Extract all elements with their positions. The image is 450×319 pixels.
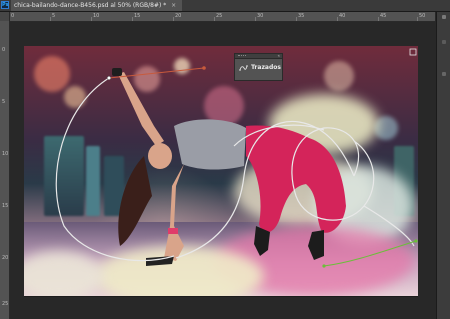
paths-panel-title[interactable]: Trazados [251, 64, 281, 72]
panel-drag-bar[interactable]: « [235, 53, 282, 59]
anchor-point [409, 48, 417, 56]
path-curve-right-loop [291, 127, 375, 221]
paths-icon [239, 65, 248, 71]
path-curve-middle [175, 120, 355, 259]
direction-handle-line [108, 67, 205, 79]
ruler-origin-corner[interactable] [0, 12, 9, 21]
canvas-edge [24, 296, 418, 297]
collapse-panel-icon[interactable]: « [278, 53, 280, 58]
panel-dock-icon[interactable] [442, 72, 446, 76]
panel-dock-icon[interactable] [442, 40, 446, 44]
path-curve-outer-left [55, 77, 175, 262]
vertical-ruler[interactable]: 0 5 10 15 20 25 [0, 12, 10, 319]
anchor-point [106, 76, 111, 81]
document-canvas[interactable] [24, 46, 418, 296]
pen-path-overlay [55, 48, 418, 268]
ruler-v-label: 15 [2, 203, 9, 209]
ruler-v-label: 25 [2, 301, 9, 307]
horizontal-ruler[interactable]: 0 5 10 15 20 25 30 35 40 45 50 [9, 12, 435, 22]
anchor-point [322, 264, 326, 268]
anchor-point [202, 66, 206, 70]
panel-dock-icon[interactable] [442, 15, 446, 19]
ruler-v-label: 10 [2, 151, 9, 157]
ruler-v-label: 5 [2, 99, 6, 105]
selected-path-segment [323, 240, 417, 267]
document-tab-bar: Ps chica-bailando-dance-B456.psd al 50% … [0, 0, 450, 12]
anchor-point [414, 239, 418, 243]
paths-panel[interactable]: « Trazados [234, 53, 283, 81]
document-tab-title: chica-bailando-dance-B456.psd al 50% (RG… [14, 2, 167, 9]
ruler-v-label: 0 [2, 47, 6, 53]
path-curve-tail [363, 205, 415, 247]
panel-grip-icon[interactable] [238, 55, 246, 58]
ruler-h-ticks [9, 17, 418, 21]
path-curve-inner [233, 124, 325, 147]
right-panel-strip [436, 12, 450, 319]
photoshop-app-icon: Ps [1, 1, 9, 9]
close-tab-icon[interactable]: × [171, 2, 176, 9]
document-tab[interactable]: chica-bailando-dance-B456.psd al 50% (RG… [11, 0, 183, 11]
ruler-v-label: 20 [2, 255, 9, 261]
